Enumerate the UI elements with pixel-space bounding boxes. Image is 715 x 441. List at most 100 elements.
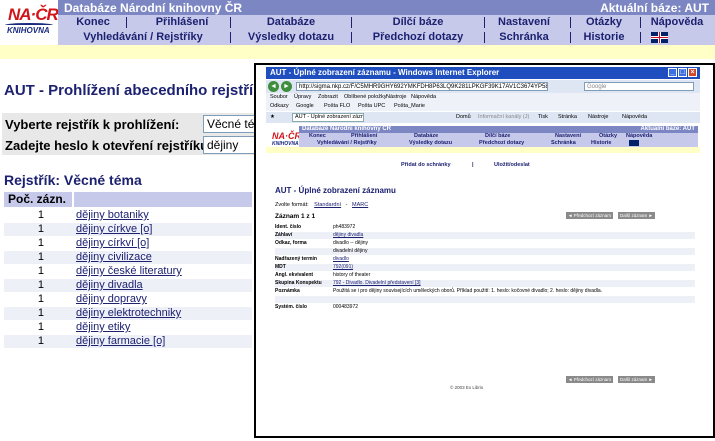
record-field-link[interactable]: dějiny divadla [333,232,363,238]
index-term-link[interactable]: dějiny dopravy [76,293,147,305]
inner-menu-item[interactable]: Konec [309,133,326,139]
table-row: 1 dějiny církví [o] [4,237,252,250]
format-label: Zvolte formát: [275,202,309,208]
add-to-basket-link[interactable]: Přidat do schránky [401,162,451,168]
uk-flag-icon[interactable] [651,32,668,43]
ie-tool-tools[interactable]: Nástroje [588,114,608,120]
inner-menu-item[interactable]: Výsledky dotazu [409,140,452,146]
prev-record-button-bottom[interactable]: ◄ Předchozí záznam [566,376,613,383]
index-term-link[interactable]: dějiny etiky [76,321,130,333]
inner-menu-item[interactable]: Dílčí báze [485,133,510,139]
next-record-button-bottom[interactable]: Další záznam ► [618,376,655,383]
ie-page-content: NA·ČR KNIHOVNA Databáze Národní knihovny… [266,124,700,434]
ie-menu-napoveda[interactable]: Nápověda [411,94,436,100]
inner-current-db: Aktuální báze: AUT [640,126,695,132]
record-field-link[interactable]: 792 - Divadlo. Divadelní představení [3] [333,280,421,286]
index-term-link[interactable]: dějiny církve [o] [76,223,152,235]
inner-submenu: Vyhledávání / Rejstříky Výsledky dotazu … [299,140,698,147]
inner-logo[interactable]: NA·ČR [272,131,301,141]
back-icon[interactable]: ◄ [268,81,279,92]
menu-prihlaseni[interactable]: Přihlášení [130,16,234,28]
maximize-icon[interactable]: □ [678,68,687,77]
ie-titlebar: AUT - Úplné zobrazení záznamu - Windows … [266,67,700,79]
favorites-star-icon[interactable]: ★ [270,114,275,120]
index-term-link[interactable]: dějiny církví [o] [76,237,149,249]
menu-separator [640,32,641,43]
inner-menu-item[interactable]: Nápověda [626,133,652,139]
menu-vyhledavani[interactable]: Vyhledávání / Rejstříky [63,31,223,43]
menu-konec[interactable]: Konec [63,16,123,28]
record-field-row [275,296,695,303]
minimize-icon[interactable]: _ [668,68,677,77]
url-field[interactable]: http://sigma.nkp.cz/F/C5MHR9GHY692YMKFDH… [296,82,548,91]
record-field-link[interactable]: 792(091) [333,264,353,270]
ie-link-google[interactable]: Google [296,103,314,109]
next-record-button[interactable]: Další záznam ► [618,212,655,219]
record-field-row: Skupina Konspektu 792 - Divadlo. Divadeln… [275,280,695,287]
menu-dilci-baze[interactable]: Dílčí báze [355,16,481,28]
index-term-link[interactable]: dějiny české literatury [76,265,182,277]
ie-tool-help[interactable]: Nápověda [622,114,647,120]
menu-nastaveni[interactable]: Nastavení [488,16,560,28]
menu-predchozi-dotazy[interactable]: Předchozí dotazy [355,31,481,43]
ie-link-posta-marie[interactable]: Pošta_Marie [394,103,425,109]
ie-tool-home[interactable]: Domů [456,114,471,120]
ie-link-posta-flo[interactable]: Pošta FLO [324,103,350,109]
table-row: 1 dějiny dopravy [4,293,252,306]
inner-menu-item[interactable]: Nastavení [555,133,581,139]
copyright-footer: © 2003 Ex Libris [450,385,484,390]
ie-tool-print[interactable]: Tisk [538,114,548,120]
ie-search-field[interactable]: Google [584,82,694,91]
ie-tab[interactable]: AUT - Úplné zobrazení záznamu [292,113,364,122]
record-field-label: Poznámka [275,288,300,294]
record-field-label: Ident. číslo [275,224,302,230]
record-field-label: Odkaz, forma [275,240,307,246]
record-field-link[interactable]: divadlo [333,256,349,262]
record-field-value: 000483972 [333,304,359,310]
prev-record-button[interactable]: ◄ Předchozí záznam [566,212,613,219]
ie-link-posta-upc[interactable]: Pošta UPC [358,103,385,109]
inner-menu-item[interactable]: Databáze [414,133,438,139]
format-marc-link[interactable]: MARC [352,202,368,208]
menu-vysledky[interactable]: Výsledky dotazu [234,31,348,43]
forward-icon[interactable]: ► [281,81,292,92]
record-count: 1 [37,335,44,347]
ie-tool-feeds[interactable]: Informační kanály (J) [478,114,529,120]
inner-menu-item[interactable]: Přihlášení [351,133,377,139]
index-term-link[interactable]: dějiny elektrotechniky [76,307,181,319]
index-term-link[interactable]: dějiny divadla [76,279,143,291]
index-term-link[interactable]: dějiny botaniky [76,209,149,221]
record-field-value: ph483972 [333,224,356,230]
table-row: 1 dějiny elektrotechniky [4,307,252,320]
inner-menu-item[interactable]: Otázky [599,133,617,139]
select-index-label: Vyberte rejstřík k prohlížení: [5,117,180,132]
inner-menu-item[interactable]: Předchozí dotazy [479,140,524,146]
index-term-link[interactable]: dějiny civilizace [76,251,152,263]
ie-menu-zobrazit[interactable]: Zobrazit [318,94,338,100]
inner-title-band: Databáze Národní knihovny ČR Aktuální bá… [299,126,698,133]
format-standard-link[interactable]: Standardní [314,202,341,208]
save-send-link[interactable]: Uložit/odeslat [494,162,530,168]
close-icon[interactable]: × [688,68,697,77]
inner-menu-item[interactable]: Historie [591,140,611,146]
menu-napoveda[interactable]: Nápověda [643,16,711,28]
inner-menu-item[interactable]: Vyhledávání / Rejstříky [317,140,377,146]
menu-historie[interactable]: Historie [574,31,634,43]
ie-menu-oblibene[interactable]: Oblíbené položky [344,94,387,100]
sub-menu: Vyhledávání / Rejstříky Výsledky dotazu … [58,30,715,45]
ie-window-title: AUT - Úplné zobrazení záznamu - Windows … [270,68,500,77]
menu-databaze[interactable]: Databáze [234,16,348,28]
menu-schranka[interactable]: Schránka [488,31,560,43]
inner-uk-flag-icon[interactable] [629,140,639,146]
main-menu: Konec Přihlášení Databáze Dílčí báze Nas… [58,15,715,30]
ie-menu-nastroje[interactable]: Nástroje [386,94,406,100]
record-field-value: history of theater [333,272,371,278]
ie-menu-soubor[interactable]: Soubor [270,94,288,100]
ie-tool-page[interactable]: Stránka [558,114,577,120]
ie-menu-upravy[interactable]: Úpravy [294,94,311,100]
index-term-link[interactable]: dějiny farmacie [o] [76,335,165,347]
inner-menu-item[interactable]: Schránka [551,140,576,146]
nkcr-logo[interactable]: NA·ČR KNIHOVNA [4,1,59,41]
ie-tab-bar: ★ AUT - Úplné zobrazení záznamu Domů Inf… [266,112,700,123]
menu-otazky[interactable]: Otázky [574,16,634,28]
